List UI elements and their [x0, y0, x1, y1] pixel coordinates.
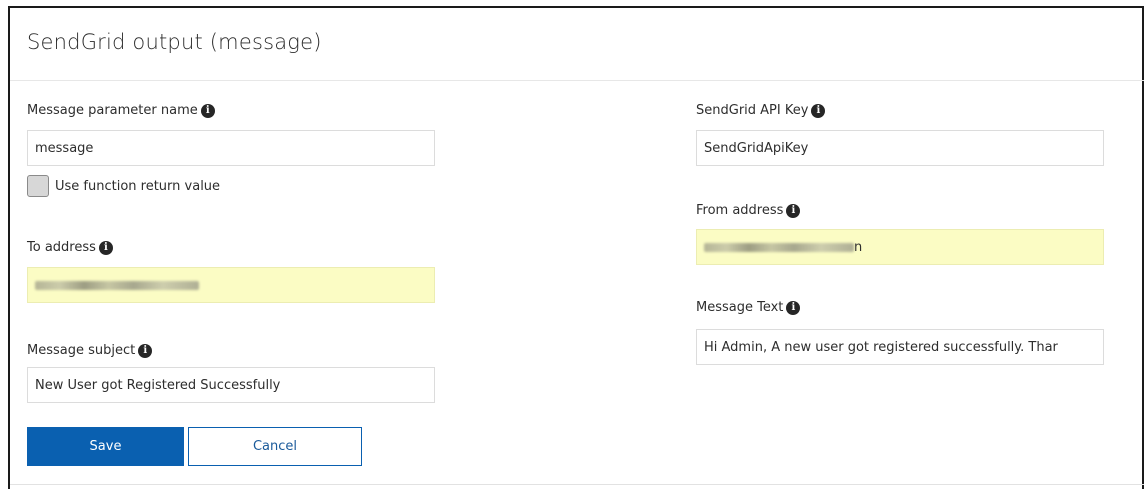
use-return-value-checkbox[interactable]: [27, 175, 49, 197]
message-subject-label: Message subject i: [27, 343, 153, 358]
message-parameter-label: Message parameter name i: [27, 103, 215, 118]
info-icon[interactable]: i: [786, 300, 801, 315]
info-icon[interactable]: i: [138, 343, 153, 358]
sendgrid-api-key-label: SendGrid API Key i: [696, 103, 826, 118]
info-icon[interactable]: i: [98, 240, 113, 255]
header-divider: [10, 80, 1144, 81]
message-text-input[interactable]: Hi Admin, A new user got registered succ…: [696, 329, 1104, 365]
from-address-input[interactable]: n: [696, 229, 1104, 265]
to-address-obscured-value: [35, 280, 199, 290]
message-parameter-label-text: Message parameter name: [27, 103, 198, 118]
message-text-label: Message Text i: [696, 300, 801, 315]
sendgrid-api-key-input[interactable]: SendGridApiKey: [696, 130, 1104, 166]
message-subject-label-text: Message subject: [27, 343, 136, 358]
message-text-value: Hi Admin, A new user got registered succ…: [704, 339, 1058, 355]
message-subject-input[interactable]: New User got Registered Successfully: [27, 367, 435, 403]
from-address-label-text: From address: [696, 203, 784, 218]
use-return-value-row: Use function return value: [27, 175, 220, 197]
message-parameter-value: message: [35, 140, 94, 156]
info-icon[interactable]: i: [811, 103, 826, 118]
use-return-value-label: Use function return value: [55, 178, 221, 194]
cancel-button[interactable]: Cancel: [188, 427, 362, 466]
sendgrid-api-key-value: SendGridApiKey: [704, 140, 809, 156]
info-icon[interactable]: i: [786, 203, 801, 218]
message-text-label-text: Message Text: [696, 300, 784, 315]
from-address-obscured-value: [704, 242, 854, 252]
from-address-label: From address i: [696, 203, 801, 218]
from-address-visible-suffix: n: [854, 239, 863, 255]
bottom-divider: [10, 484, 1144, 485]
message-subject-value: New User got Registered Successfully: [35, 377, 281, 393]
panel-title: SendGrid output (message): [27, 30, 322, 54]
to-address-input[interactable]: [27, 267, 435, 303]
save-button[interactable]: Save: [27, 427, 184, 466]
info-icon[interactable]: i: [200, 103, 215, 118]
sendgrid-api-key-label-text: SendGrid API Key: [696, 103, 809, 118]
to-address-label-text: To address: [27, 240, 96, 255]
message-parameter-input[interactable]: message: [27, 130, 435, 166]
to-address-label: To address i: [27, 240, 113, 255]
